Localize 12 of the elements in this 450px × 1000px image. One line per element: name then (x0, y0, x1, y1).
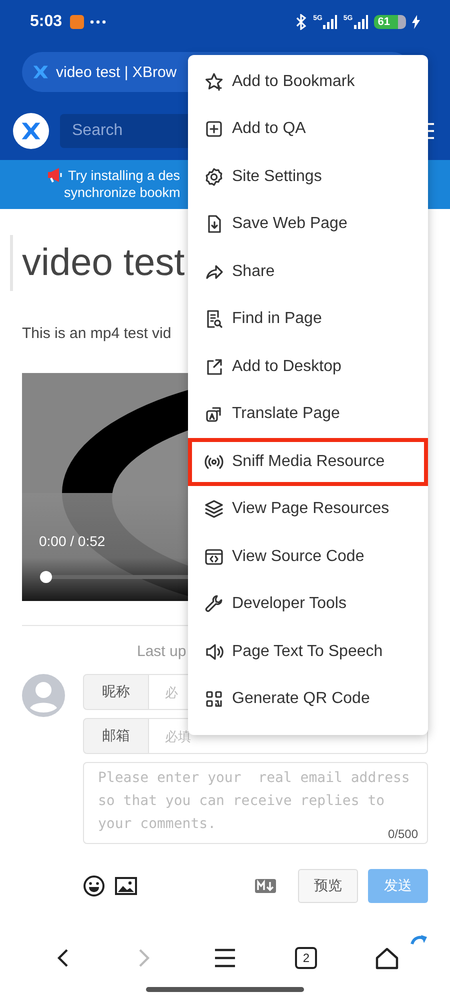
banner-text: Try installing a des (68, 167, 180, 184)
status-time: 5:03 (30, 13, 62, 31)
field-label: 昵称 (83, 674, 149, 710)
video-time: 0:00 / 0:52 (39, 533, 106, 549)
last-updated-text: Last up (137, 643, 186, 660)
banner-text: synchronize bookm (64, 184, 180, 201)
field-label: 邮箱 (83, 718, 149, 754)
battery-level: 61 (374, 15, 406, 29)
article-text: This is an mp4 test vid (22, 325, 172, 342)
page-heading: video test (22, 242, 185, 284)
page-title: video test | XBrow (56, 64, 177, 80)
character-count: 0/500 (388, 827, 418, 841)
